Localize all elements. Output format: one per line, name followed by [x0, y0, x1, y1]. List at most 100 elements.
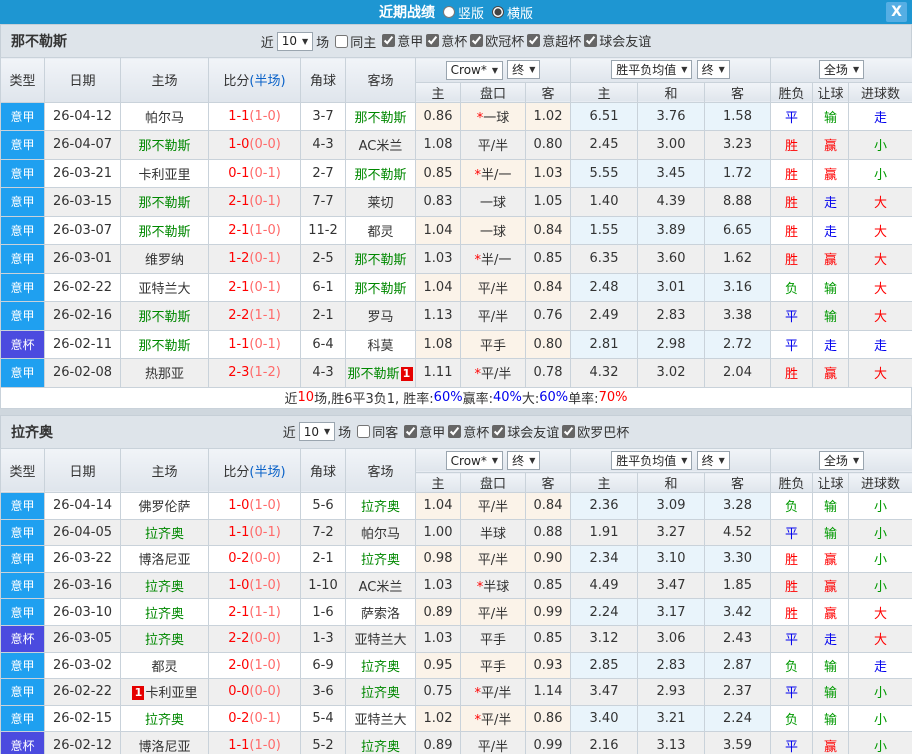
league-filter[interactable]: 球会友谊 — [581, 31, 651, 50]
star-marker: * — [474, 686, 482, 702]
match-date-cell: 26-03-01 — [44, 244, 121, 274]
table-row: 意甲 26-04-07 那不勒斯 1-0(0-0) 4-3 AC米兰 1.08 平/半 0.80… — [0, 130, 912, 160]
league-filter[interactable]: 球会友谊 — [489, 422, 559, 441]
avg-final-select[interactable]: 终 ▼ — [696, 60, 730, 80]
league-checkbox[interactable] — [404, 424, 418, 438]
avg-away-cell: 2.87 — [704, 651, 772, 680]
home-team-cell: 亚特兰大 — [120, 272, 209, 302]
league-checkbox[interactable] — [492, 424, 506, 438]
league-filter[interactable]: 欧罗巴杯 — [559, 422, 629, 441]
away-odds-cell: 1.03 — [524, 158, 572, 188]
league-checkbox[interactable] — [470, 34, 484, 47]
away-odds-cell: 0.80 — [524, 329, 572, 359]
away-team-cell: 萨索洛 — [345, 598, 416, 626]
away-odds-cell: 0.90 — [524, 545, 572, 573]
avg-away-cell: 1.72 — [704, 158, 772, 188]
full-score: 2-0 — [228, 657, 250, 673]
same-venue-filter[interactable]: 同客 — [354, 422, 398, 441]
avg-select[interactable]: 胜平负均值 ▼ — [611, 60, 693, 80]
league-filter[interactable]: 意杯 — [423, 31, 467, 50]
home-odds-cell: 0.75 — [415, 678, 461, 706]
league-filter[interactable]: 意超杯 — [524, 31, 581, 50]
away-odds-cell: 0.99 — [524, 598, 572, 626]
team-name: 拉齐奥 — [144, 606, 184, 622]
summary-segment: 大: — [521, 392, 540, 407]
league-filter[interactable]: 意甲 — [379, 31, 423, 50]
team-name: AC米兰 — [358, 139, 403, 155]
games-count-select[interactable]: 10 ▼ — [298, 422, 336, 441]
close-icon[interactable]: X — [886, 2, 907, 22]
same-venue-filter[interactable]: 同主 — [332, 32, 376, 51]
away-team-cell: 拉齐奥 — [345, 731, 416, 754]
summary-segment: 40% — [492, 390, 522, 405]
same-venue-checkbox[interactable] — [335, 34, 349, 48]
fullmatch-select[interactable]: 全场 ▼ — [818, 450, 865, 470]
match-date-cell: 26-02-12 — [44, 731, 121, 754]
away-odds-cell: 0.84 — [524, 272, 572, 302]
avg-away-cell: 3.42 — [704, 598, 772, 626]
vertical-radio[interactable] — [442, 6, 455, 18]
avg-select[interactable]: 胜平负均值 ▼ — [611, 450, 693, 470]
avg-draw-cell: 3.45 — [637, 158, 706, 188]
league-checkbox[interactable] — [448, 424, 462, 438]
final-odds-select[interactable]: 终 ▼ — [507, 60, 541, 79]
half-score: (0-1) — [249, 165, 281, 181]
goals-result-cell: 小 — [848, 518, 912, 547]
handicap-result-cell: 赢 — [812, 130, 850, 160]
match-type-cell: 意杯 — [0, 624, 45, 653]
away-odds-cell: 0.99 — [524, 731, 572, 754]
home-team-cell: 1 卡利亚里 — [120, 678, 209, 706]
result-cell: 平 — [770, 678, 814, 706]
avg-home-cell: 2.36 — [570, 492, 639, 520]
half-score: (0-0) — [249, 684, 281, 700]
full-score: 2-3 — [228, 365, 250, 381]
league-filter[interactable]: 意杯 — [445, 422, 489, 441]
league-checkbox[interactable] — [527, 34, 541, 47]
away-team-cell: 拉齐奥 — [345, 678, 416, 706]
games-count-select[interactable]: 10 ▼ — [276, 31, 314, 51]
fullmatch-select[interactable]: 全场 ▼ — [818, 60, 865, 80]
handicap-cell: 一球 — [460, 187, 526, 217]
league-checkbox[interactable] — [382, 34, 396, 47]
odds-company-select[interactable]: Crow* ▼ — [445, 451, 504, 470]
league-checkbox[interactable] — [426, 34, 440, 47]
handicap-cell: *平/半 — [460, 678, 526, 706]
table-row: 意杯 26-02-12 博洛尼亚 1-1(1-0) 5-2 拉齐奥 0.89 平/半 0.99 2… — [0, 731, 912, 754]
league-label: 意超杯 — [542, 35, 582, 50]
league-checkbox[interactable] — [584, 34, 598, 47]
half-score: (0-1) — [249, 279, 281, 295]
corner-cell: 4-3 — [300, 130, 346, 160]
league-filter[interactable]: 欧冠杯 — [467, 31, 524, 50]
layout-radio-vertical[interactable]: 竖版 — [442, 3, 484, 22]
col-home: 主场 — [120, 57, 209, 103]
league-checkbox[interactable] — [562, 424, 576, 438]
goals-result-cell: 小 — [848, 492, 912, 520]
section-header: 那不勒斯 近 10 ▼ 场 同主 意甲 意杯 欧冠杯 意超杯 球会友谊 — [0, 24, 912, 57]
away-odds-cell: 0.78 — [524, 358, 572, 388]
odds-company-select[interactable]: Crow* ▼ — [445, 60, 504, 80]
away-odds-cell: 0.80 — [524, 130, 572, 160]
score-cell: 2-3(1-2) — [208, 358, 301, 388]
same-venue-checkbox[interactable] — [357, 425, 371, 438]
score-cell: 2-1(1-0) — [208, 215, 301, 245]
team-name: 亚特兰大 — [354, 633, 407, 649]
avg-draw-cell: 3.00 — [637, 130, 706, 160]
avg-final-select[interactable]: 终 ▼ — [696, 450, 730, 470]
corner-cell: 6-4 — [300, 329, 346, 359]
league-filter[interactable]: 意甲 — [401, 422, 445, 441]
team-name: 维罗纳 — [144, 253, 184, 269]
away-team-cell: 拉齐奥 — [345, 651, 416, 680]
goals-result-cell: 走 — [848, 651, 912, 680]
layout-radio-horizontal[interactable]: 横版 — [492, 3, 533, 22]
horizontal-radio[interactable] — [492, 6, 504, 18]
games-suffix-label: 场 — [338, 426, 352, 441]
match-type-cell: 意甲 — [0, 571, 45, 600]
handicap-cell: 平/半 — [460, 598, 526, 626]
result-cell: 负 — [770, 651, 814, 680]
lazio-results-table: 类型 日期 主场 比分(半场) 角球 客场 Crow* ▼ 终 ▼ 胜平负均值 ▼ 终… — [0, 447, 912, 754]
summary-segment: 场,胜6平3负1, 胜率: — [314, 392, 434, 407]
final-odds-select[interactable]: 终 ▼ — [507, 450, 541, 470]
half-score: (1-0) — [249, 498, 281, 514]
table-row: 意甲 26-04-14 佛罗伦萨 1-0(1-0) 5-6 拉齐奥 1.04 平/半 0.84 2… — [0, 492, 912, 520]
goals-result-cell: 大 — [848, 215, 912, 245]
